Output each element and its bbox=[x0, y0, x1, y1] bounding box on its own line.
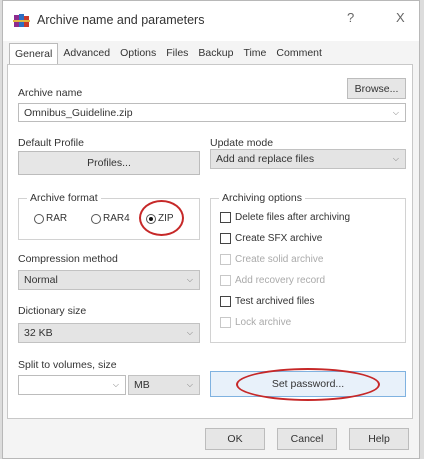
radio-circle-icon bbox=[34, 213, 44, 224]
radio-rar4[interactable]: RAR4 bbox=[91, 213, 130, 224]
checkbox-create-solid: Create solid archive bbox=[220, 254, 323, 265]
checkbox-test-archived-label: Test archived files bbox=[235, 296, 315, 307]
radio-zip-label: ZIP bbox=[158, 213, 174, 224]
title-bar: Archive name and parameters ? X bbox=[3, 1, 419, 41]
update-mode-value: Add and replace files bbox=[216, 153, 315, 165]
checkbox-delete-files[interactable]: Delete files after archiving bbox=[220, 212, 350, 223]
chevron-down-icon: ⌵ bbox=[186, 380, 193, 389]
checkbox-icon bbox=[220, 212, 231, 223]
general-panel: Archive name Browse... Omnibus_Guideline… bbox=[7, 64, 413, 419]
tab-comment[interactable]: Comment bbox=[271, 43, 327, 65]
checkbox-recovery-record: Add recovery record bbox=[220, 275, 325, 286]
profiles-button[interactable]: Profiles... bbox=[18, 151, 200, 175]
winrar-books-icon bbox=[13, 14, 30, 27]
browse-button[interactable]: Browse... bbox=[347, 78, 406, 99]
tab-strip: General Advanced Options Files Backup Ti… bbox=[9, 43, 327, 65]
window-title: Archive name and parameters bbox=[37, 13, 205, 27]
default-profile-label: Default Profile bbox=[18, 137, 84, 149]
compression-select[interactable]: Normal ⌵ bbox=[18, 270, 200, 290]
chevron-down-icon: ⌵ bbox=[186, 275, 193, 284]
split-label: Split to volumes, size bbox=[18, 359, 117, 371]
dictionary-label: Dictionary size bbox=[18, 305, 87, 317]
split-unit-value: MB bbox=[134, 379, 150, 391]
split-unit-select[interactable]: MB ⌵ bbox=[128, 375, 200, 395]
checkbox-test-archived[interactable]: Test archived files bbox=[220, 296, 314, 307]
tab-general[interactable]: General bbox=[9, 43, 59, 65]
tab-options[interactable]: Options bbox=[115, 43, 161, 65]
checkbox-delete-files-label: Delete files after archiving bbox=[235, 212, 351, 223]
compression-label: Compression method bbox=[18, 253, 118, 265]
chevron-down-icon: ⌵ bbox=[392, 154, 399, 163]
archiving-options-label: Archiving options bbox=[219, 192, 305, 204]
dialog-window: Archive name and parameters ? X General … bbox=[2, 0, 420, 459]
cancel-button[interactable]: Cancel bbox=[277, 428, 337, 450]
checkbox-icon bbox=[220, 233, 231, 244]
tab-advanced[interactable]: Advanced bbox=[58, 43, 115, 65]
checkbox-icon bbox=[220, 275, 231, 286]
archive-format-label: Archive format bbox=[27, 192, 101, 204]
checkbox-icon bbox=[220, 254, 231, 265]
checkbox-icon bbox=[220, 317, 231, 328]
chevron-down-icon: ⌵ bbox=[186, 328, 193, 337]
ok-button[interactable]: OK bbox=[205, 428, 265, 450]
split-size-input[interactable]: ⌵ bbox=[18, 375, 126, 395]
radio-circle-icon bbox=[91, 213, 101, 224]
checkbox-lock-archive-label: Lock archive bbox=[235, 317, 292, 328]
tab-backup[interactable]: Backup bbox=[193, 43, 238, 65]
checkbox-create-sfx[interactable]: Create SFX archive bbox=[220, 233, 322, 244]
chevron-down-icon: ⌵ bbox=[112, 380, 119, 389]
help-question-icon[interactable]: ? bbox=[347, 10, 354, 25]
checkbox-icon bbox=[220, 296, 231, 307]
radio-rar[interactable]: RAR bbox=[34, 213, 67, 224]
archive-name-label: Archive name bbox=[18, 87, 83, 99]
dictionary-value: 32 KB bbox=[24, 327, 53, 339]
checkbox-create-solid-label: Create solid archive bbox=[235, 254, 324, 265]
dictionary-select[interactable]: 32 KB ⌵ bbox=[18, 323, 200, 343]
help-button[interactable]: Help bbox=[349, 428, 409, 450]
radio-zip[interactable]: ZIP bbox=[146, 213, 174, 224]
compression-value: Normal bbox=[24, 274, 58, 286]
update-mode-select[interactable]: Add and replace files ⌵ bbox=[210, 149, 406, 169]
set-password-button[interactable]: Set password... bbox=[210, 371, 406, 397]
close-icon[interactable]: X bbox=[396, 10, 405, 25]
radio-rar4-label: RAR4 bbox=[103, 213, 130, 224]
update-mode-label: Update mode bbox=[210, 137, 274, 149]
archive-name-value: Omnibus_Guideline.zip bbox=[24, 107, 133, 119]
radio-selected-icon bbox=[146, 213, 156, 224]
checkbox-create-sfx-label: Create SFX archive bbox=[235, 233, 323, 244]
chevron-down-icon: ⌵ bbox=[392, 108, 399, 117]
archive-name-input[interactable]: Omnibus_Guideline.zip ⌵ bbox=[18, 103, 406, 122]
checkbox-lock-archive: Lock archive bbox=[220, 317, 291, 328]
tab-files[interactable]: Files bbox=[161, 43, 193, 65]
checkbox-recovery-record-label: Add recovery record bbox=[235, 275, 326, 286]
radio-rar-label: RAR bbox=[46, 213, 68, 224]
tab-time[interactable]: Time bbox=[238, 43, 271, 65]
